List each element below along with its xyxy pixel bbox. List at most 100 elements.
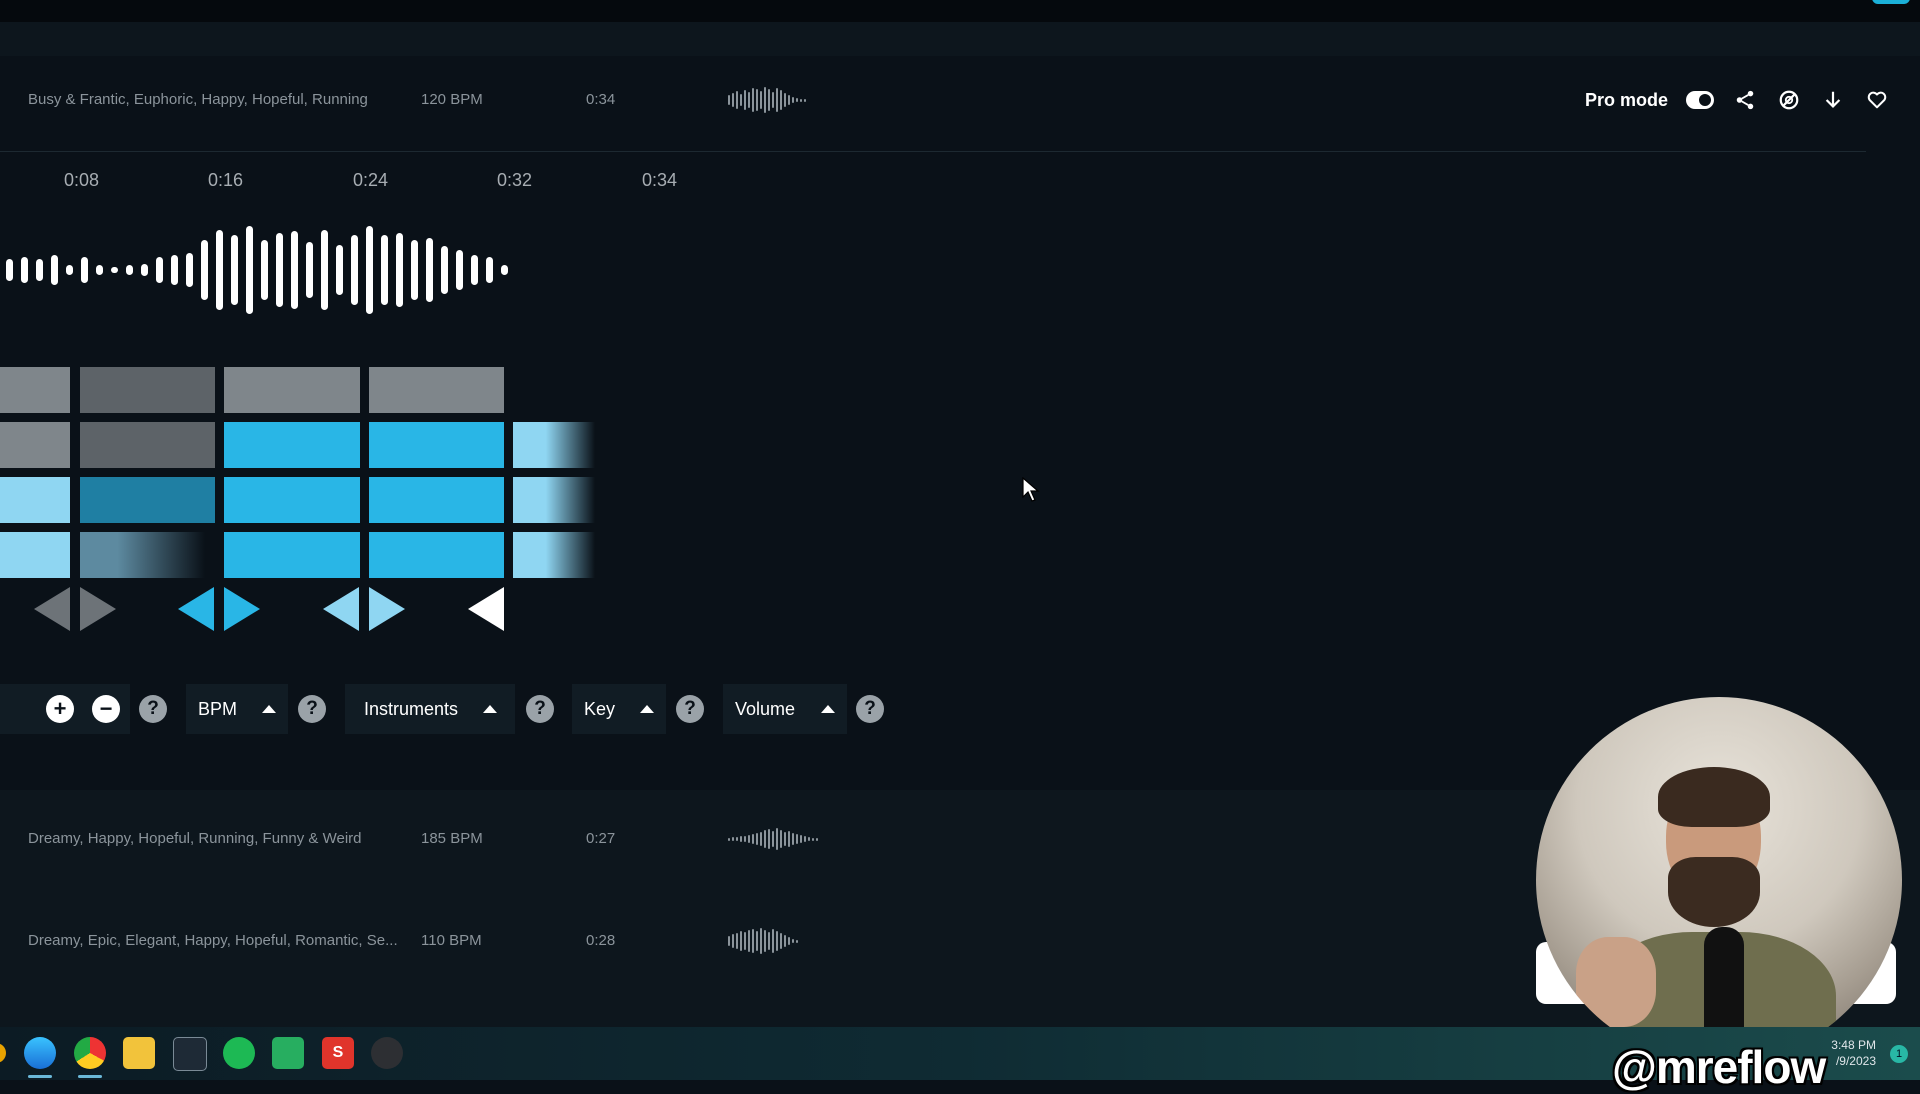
volume-dropdown[interactable]: Volume (723, 684, 847, 734)
share-icon[interactable] (1732, 87, 1758, 113)
waveform-bar (141, 264, 148, 276)
track-mini-waveform[interactable] (728, 86, 806, 114)
help-icon[interactable]: ? (676, 695, 704, 723)
pro-mode-toggle[interactable] (1686, 91, 1714, 109)
waveform-bar (261, 240, 268, 300)
download-icon[interactable] (1820, 87, 1846, 113)
game-icon[interactable] (371, 1037, 403, 1069)
waveform-bar (381, 235, 388, 305)
remove-icon[interactable]: − (92, 695, 120, 723)
mouse-cursor-icon (1022, 477, 1040, 502)
grid-block[interactable] (224, 532, 360, 578)
grid-block[interactable] (369, 532, 504, 578)
grid-block[interactable] (0, 422, 70, 468)
browser-icon[interactable] (74, 1037, 106, 1069)
caret-up-icon (821, 705, 835, 713)
waveform-bar (732, 837, 734, 841)
waveform-bar (800, 835, 802, 843)
main-waveform[interactable] (6, 220, 508, 320)
waveform-bar (456, 250, 463, 290)
sheets-icon[interactable] (272, 1037, 304, 1069)
grid-block[interactable] (369, 477, 504, 523)
grid-block[interactable] (513, 422, 595, 468)
notification-badge[interactable]: 1 (1890, 1045, 1908, 1063)
instruments-label: Instruments (364, 698, 459, 719)
waveform-bar (748, 930, 750, 952)
app-icon[interactable] (24, 1037, 56, 1069)
help-icon[interactable]: ? (526, 695, 554, 723)
help-icon[interactable]: ? (298, 695, 326, 723)
waveform-bar (792, 833, 794, 845)
header-band (0, 22, 1920, 56)
arrow-right-icon[interactable] (224, 587, 260, 631)
waveform-bar (768, 932, 770, 950)
waveform-bar (744, 836, 746, 842)
add-icon[interactable]: + (46, 695, 74, 723)
grid-block[interactable] (0, 367, 70, 413)
waveform-bar (748, 92, 750, 108)
help-icon[interactable]: ? (856, 695, 884, 723)
waveform-bar (306, 242, 313, 298)
grid-block[interactable] (80, 367, 215, 413)
app-icon[interactable] (0, 1043, 6, 1063)
help-icon[interactable]: ? (139, 695, 167, 723)
track-actions: Pro mode (1585, 84, 1890, 116)
waveform-bar (756, 833, 758, 845)
waveform-bar (736, 91, 738, 109)
grid-block[interactable] (513, 477, 595, 523)
grid-block[interactable] (80, 532, 205, 578)
waveform-bar (760, 832, 762, 846)
track-bpm: 185 BPM (421, 830, 483, 847)
grid-block[interactable] (513, 532, 595, 578)
arrow-left-icon[interactable] (323, 587, 359, 631)
waveform-bar (740, 931, 742, 951)
waveform-bar (752, 88, 754, 112)
track-mini-waveform[interactable] (728, 928, 798, 954)
waveform-bar (736, 933, 738, 949)
grid-block[interactable] (224, 422, 360, 468)
favorite-icon[interactable] (1864, 87, 1890, 113)
presenter-beard (1668, 857, 1760, 927)
grid-block[interactable] (224, 477, 360, 523)
waveform-bar (216, 230, 223, 310)
slides-icon[interactable]: S (322, 1037, 354, 1069)
caret-up-icon (640, 705, 654, 713)
waveform-bar (51, 255, 58, 285)
waveform-bar (768, 89, 770, 111)
waveform-bar (780, 830, 782, 848)
section-controls: + − (0, 684, 130, 734)
grid-block[interactable] (369, 422, 504, 468)
calculator-icon[interactable] (173, 1037, 207, 1071)
music-icon[interactable] (223, 1037, 255, 1069)
waveform-bar (351, 235, 358, 305)
arrow-left-icon[interactable] (178, 587, 214, 631)
waveform-bar (800, 98, 802, 102)
timeline-mark: 0:32 (497, 170, 533, 190)
arrow-right-icon[interactable] (80, 587, 116, 631)
track-bpm: 110 BPM (421, 932, 482, 949)
system-clock[interactable]: 3:48 PM /9/2023 (1831, 1037, 1876, 1069)
waveform-bar (756, 931, 758, 951)
waveform-bar (804, 836, 806, 842)
key-dropdown[interactable]: Key (572, 684, 666, 734)
file-explorer-icon[interactable] (123, 1037, 155, 1069)
bpm-dropdown[interactable]: BPM (186, 684, 288, 734)
instruments-dropdown[interactable]: Instruments (345, 684, 515, 734)
arrow-right-icon[interactable] (369, 587, 405, 631)
arrow-left-icon[interactable] (34, 587, 70, 631)
grid-block[interactable] (80, 477, 215, 523)
track-mini-waveform[interactable] (728, 826, 818, 852)
grid-block[interactable] (80, 422, 215, 468)
waveform-bar (816, 837, 818, 841)
waveform-bar (784, 832, 786, 846)
hide-icon[interactable] (1776, 87, 1802, 113)
grid-block[interactable] (369, 367, 504, 413)
grid-block[interactable] (0, 532, 70, 578)
waveform-bar (772, 831, 774, 847)
grid-block[interactable] (0, 477, 70, 523)
waveform-bar (728, 837, 730, 841)
arrow-left-icon[interactable] (468, 587, 504, 631)
waveform-bar (760, 91, 762, 109)
webcam-overlay (1536, 697, 1902, 1063)
grid-block[interactable] (224, 367, 360, 413)
